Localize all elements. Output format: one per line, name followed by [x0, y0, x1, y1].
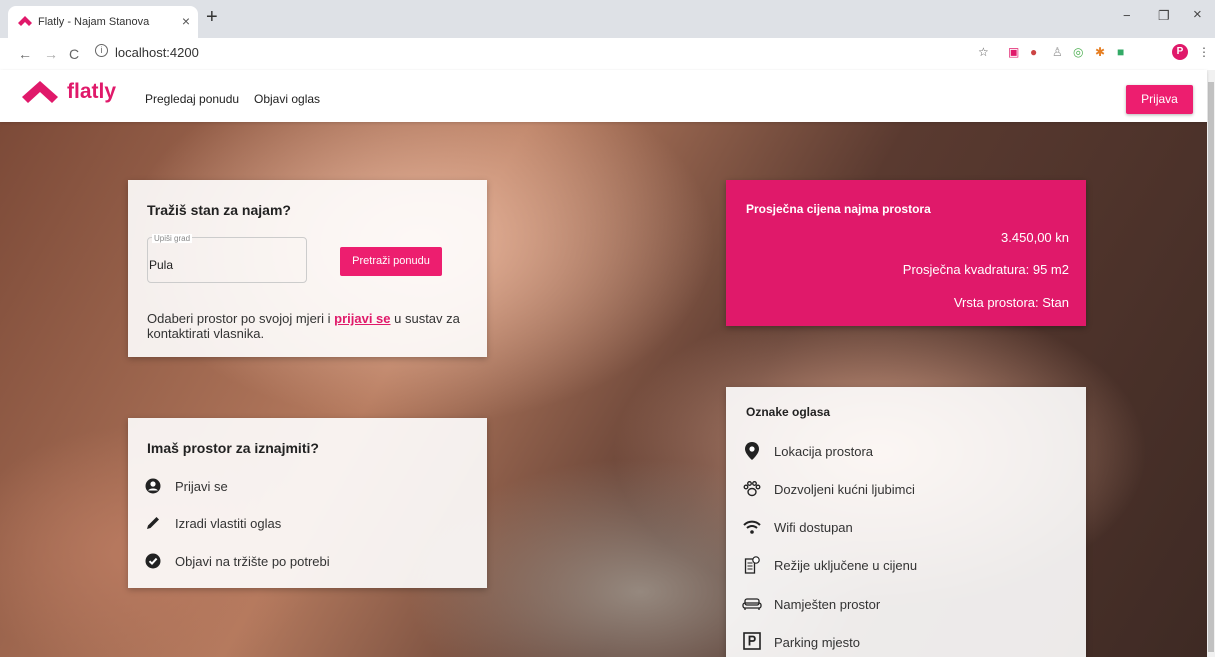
- pencil-icon: [145, 515, 161, 531]
- location-pin-icon: [742, 442, 762, 460]
- search-card: Tražiš stan za najam? Upiši grad Pula Pr…: [128, 180, 487, 357]
- colorful-extension-icon[interactable]: ■: [1117, 45, 1124, 59]
- hero-section: Tražiš stan za najam? Upiši grad Pula Pr…: [0, 122, 1207, 657]
- owner-item-login: Prijavi se: [175, 479, 228, 494]
- sofa-icon: [742, 595, 762, 613]
- feature-pets: Dozvoljeni kućni ljubimci: [774, 482, 915, 497]
- pin-extension-icon[interactable]: ●: [1030, 45, 1037, 59]
- address-bar: ← → C i localhost:4200 ☆ ▣ ● ♙ ◎ ✱ ■ P ⋮: [0, 38, 1215, 71]
- login-link[interactable]: prijavi se: [334, 311, 390, 326]
- owner-item-create-ad: Izradi vlastiti oglas: [175, 516, 282, 531]
- nav-post-ad[interactable]: Objavi oglas: [254, 92, 320, 106]
- nav-browse-offers[interactable]: Pregledaj ponudu: [145, 92, 239, 106]
- profile-avatar[interactable]: P: [1172, 44, 1188, 60]
- url-field[interactable]: localhost:4200: [115, 45, 199, 60]
- search-card-note: Odaberi prostor po svojoj mjeri i prijav…: [147, 311, 460, 341]
- ad-features-card: Oznake oglasa Lokacija prostora Dozvolje…: [726, 387, 1086, 657]
- site-info-icon[interactable]: i: [95, 44, 108, 57]
- minimize-icon[interactable]: −: [1123, 8, 1131, 23]
- reload-icon[interactable]: C: [69, 46, 79, 62]
- search-offers-button[interactable]: Pretraži ponudu: [340, 247, 442, 276]
- city-input-label: Upiši grad: [152, 234, 193, 243]
- owner-card: Imaš prostor za iznajmiti? Prijavi se Iz…: [128, 418, 487, 588]
- page-scrollbar[interactable]: [1207, 70, 1215, 657]
- browser-tab-bar: Flatly - Najam Stanova × + − ❐ ×: [0, 0, 1215, 38]
- menu-dots-icon[interactable]: ⋮: [1198, 45, 1210, 59]
- feature-wifi: Wifi dostupan: [774, 520, 853, 535]
- owner-card-title: Imaš prostor za iznajmiti?: [147, 440, 319, 456]
- check-circle-icon: [145, 553, 161, 569]
- feature-utilities: Režije uključene u cijenu: [774, 558, 918, 573]
- feature-furnished: Namješten prostor: [774, 597, 881, 612]
- pocket-extension-icon[interactable]: ▣: [1008, 45, 1019, 59]
- flatly-logo-icon[interactable]: [22, 81, 58, 107]
- extension-icon[interactable]: ♙: [1052, 45, 1063, 59]
- price-card-title: Prosječna cijena najma prostora: [746, 202, 931, 216]
- forward-arrow-icon[interactable]: →: [44, 46, 58, 62]
- browser-tab[interactable]: Flatly - Najam Stanova ×: [8, 6, 198, 38]
- maximize-icon[interactable]: ❐: [1158, 8, 1170, 24]
- average-price-card: Prosječna cijena najma prostora 3.450,00…: [726, 180, 1086, 326]
- feature-parking: Parking mjesto: [774, 635, 860, 650]
- login-button[interactable]: Prijava: [1126, 85, 1193, 114]
- site-header: flatly Pregledaj ponudu Objavi oglas Pri…: [0, 70, 1207, 122]
- owner-item-publish: Objavi na tržište po potrebi: [175, 554, 330, 569]
- tab-title: Flatly - Najam Stanova: [38, 16, 150, 28]
- back-arrow-icon[interactable]: ←: [18, 46, 32, 62]
- average-price: 3.450,00 kn: [1001, 230, 1069, 245]
- window-close-icon[interactable]: ×: [1193, 6, 1202, 23]
- scrollbar-thumb[interactable]: [1208, 82, 1214, 652]
- property-type: Vrsta prostora: Stan: [953, 295, 1069, 310]
- green-extension-icon[interactable]: ◎: [1073, 45, 1083, 59]
- new-tab-button[interactable]: +: [206, 6, 218, 29]
- fox-extension-icon[interactable]: ✱: [1095, 45, 1105, 59]
- tab-close-icon[interactable]: ×: [182, 13, 190, 29]
- bookmark-star-icon[interactable]: ☆: [978, 45, 989, 59]
- city-input-value[interactable]: Pula: [149, 258, 173, 272]
- feature-location: Lokacija prostora: [774, 444, 873, 459]
- paw-icon: [742, 480, 762, 498]
- search-card-title: Tražiš stan za najam?: [147, 202, 291, 218]
- wifi-icon: [742, 518, 762, 536]
- features-card-title: Oznake oglasa: [746, 405, 831, 419]
- logo-text[interactable]: flatly: [67, 80, 116, 104]
- average-area: Prosječna kvadratura: 95 m2: [902, 262, 1069, 277]
- parking-icon: [742, 632, 762, 650]
- flatly-favicon-icon: [18, 16, 32, 26]
- user-circle-icon: [145, 478, 161, 494]
- receipt-icon: [742, 556, 762, 574]
